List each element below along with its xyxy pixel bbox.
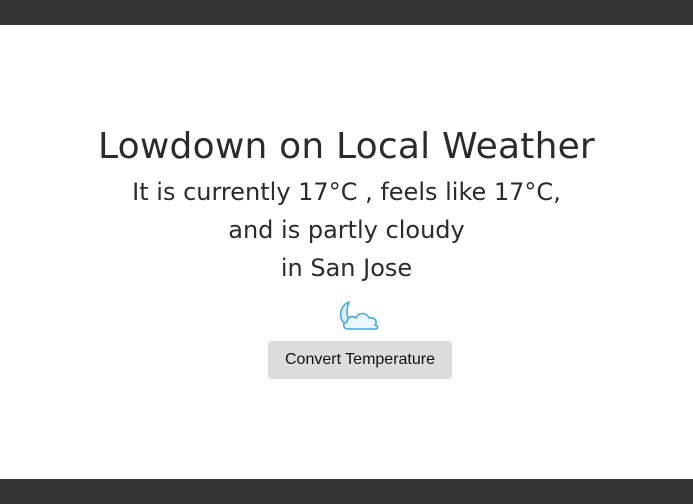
top-bar [0, 0, 693, 25]
location-text: in San Jose [280, 254, 413, 282]
condition-text: and is partly cloudy [228, 216, 465, 244]
page-title: Lowdown on Local Weather [98, 126, 595, 167]
weather-panel: Lowdown on Local Weather It is currently… [0, 25, 693, 479]
temperature-text: It is currently 17°C , feels like 17°C, [132, 178, 561, 206]
partly-cloudy-night-icon [335, 297, 385, 333]
bottom-bar [0, 479, 693, 504]
convert-temperature-button[interactable]: Convert Temperature [268, 341, 452, 379]
